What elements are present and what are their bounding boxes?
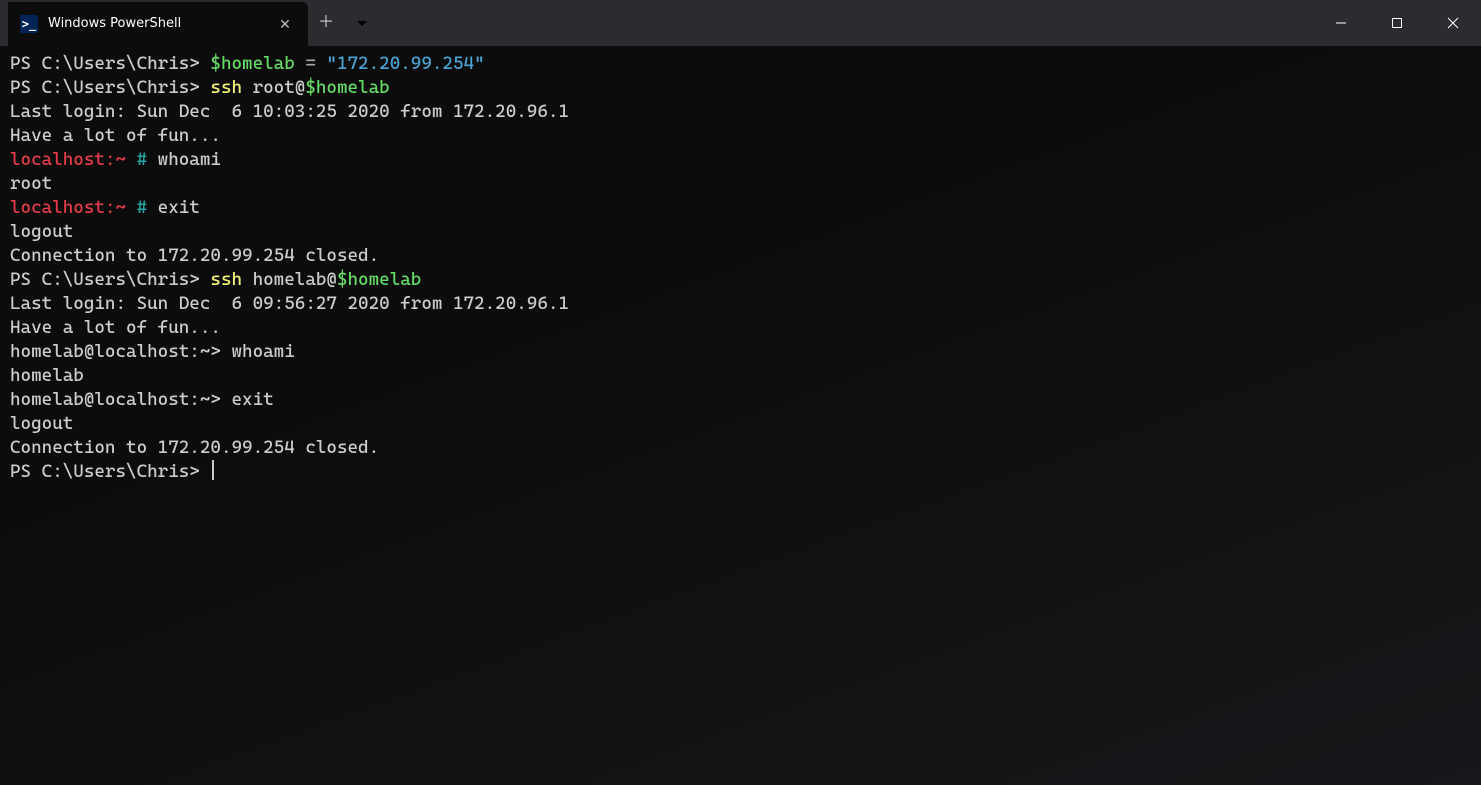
- remote-prompt-user: homelab@localhost:~>: [10, 389, 231, 410]
- command: whoami: [231, 341, 294, 362]
- terminal-line: root: [10, 172, 1471, 196]
- ps-prompt: PS C:\Users\Chris>: [10, 461, 210, 482]
- remote-prompt-user: homelab@localhost:~>: [10, 341, 231, 362]
- output-text: logout: [10, 221, 73, 242]
- terminal-line: PS C:\Users\Chris>: [10, 460, 1471, 484]
- new-tab-button[interactable]: ＋: [308, 0, 344, 46]
- output-text: Connection to 172.20.99.254 closed.: [10, 437, 379, 458]
- output-text: homelab: [10, 365, 84, 386]
- chevron-down-icon: [356, 17, 368, 29]
- window-maximize-button[interactable]: [1369, 0, 1425, 46]
- remote-prompt-hash: #: [137, 197, 158, 218]
- terminal-line: Connection to 172.20.99.254 closed.: [10, 244, 1471, 268]
- terminal-line: localhost:~ # exit: [10, 196, 1471, 220]
- ps-prompt: PS C:\Users\Chris>: [10, 269, 210, 290]
- window-close-button[interactable]: [1425, 0, 1481, 46]
- variable: $homelab: [305, 77, 389, 98]
- terminal-line: PS C:\Users\Chris> $homelab = "172.20.99…: [10, 52, 1471, 76]
- output-text: Last login: Sun Dec 6 10:03:25 2020 from…: [10, 101, 569, 122]
- terminal-line: logout: [10, 220, 1471, 244]
- tab-dropdown-button[interactable]: [344, 0, 380, 46]
- output-text: Have a lot of fun...: [10, 317, 221, 338]
- terminal-line: Last login: Sun Dec 6 10:03:25 2020 from…: [10, 100, 1471, 124]
- terminal-line: localhost:~ # whoami: [10, 148, 1471, 172]
- tab-actions: ＋: [308, 0, 380, 46]
- output-text: logout: [10, 413, 73, 434]
- cursor: [212, 460, 214, 480]
- output-text: Connection to 172.20.99.254 closed.: [10, 245, 379, 266]
- maximize-icon: [1391, 17, 1403, 29]
- command: whoami: [158, 149, 221, 170]
- remote-prompt-host: localhost:~: [10, 197, 137, 218]
- terminal-line: homelab@localhost:~> whoami: [10, 340, 1471, 364]
- terminal-line: PS C:\Users\Chris> ssh root@$homelab: [10, 76, 1471, 100]
- tab-close-button[interactable]: ✕: [274, 13, 296, 35]
- powershell-icon: >_: [20, 15, 38, 33]
- output-text: root: [10, 173, 52, 194]
- terminal[interactable]: PS C:\Users\Chris> $homelab = "172.20.99…: [0, 46, 1481, 785]
- close-icon: [1447, 17, 1459, 29]
- command: ssh: [210, 77, 242, 98]
- string-literal: "172.20.99.254": [326, 53, 484, 74]
- window-minimize-button[interactable]: [1313, 0, 1369, 46]
- tab-title: Windows PowerShell: [48, 12, 274, 36]
- variable: $homelab: [337, 269, 421, 290]
- command: exit: [231, 389, 273, 410]
- operator: =: [295, 53, 327, 74]
- terminal-line: homelab: [10, 364, 1471, 388]
- output-text: Have a lot of fun...: [10, 125, 221, 146]
- terminal-line: PS C:\Users\Chris> ssh homelab@$homelab: [10, 268, 1471, 292]
- remote-prompt-hash: #: [137, 149, 158, 170]
- titlebar: >_ Windows PowerShell ✕ ＋: [0, 0, 1481, 46]
- terminal-line: Connection to 172.20.99.254 closed.: [10, 436, 1471, 460]
- command: exit: [158, 197, 200, 218]
- ps-prompt: PS C:\Users\Chris>: [10, 77, 210, 98]
- terminal-line: homelab@localhost:~> exit: [10, 388, 1471, 412]
- arg: root@: [242, 77, 305, 98]
- window-controls: [1313, 0, 1481, 46]
- command: ssh: [210, 269, 242, 290]
- terminal-line: logout: [10, 412, 1471, 436]
- terminal-line: Have a lot of fun...: [10, 316, 1471, 340]
- remote-prompt-host: localhost:~: [10, 149, 137, 170]
- arg: homelab@: [242, 269, 337, 290]
- terminal-line: Last login: Sun Dec 6 09:56:27 2020 from…: [10, 292, 1471, 316]
- tab-powershell[interactable]: >_ Windows PowerShell ✕: [8, 2, 308, 46]
- output-text: Last login: Sun Dec 6 09:56:27 2020 from…: [10, 293, 569, 314]
- variable: $homelab: [210, 53, 294, 74]
- terminal-line: Have a lot of fun...: [10, 124, 1471, 148]
- ps-prompt: PS C:\Users\Chris>: [10, 53, 210, 74]
- minimize-icon: [1335, 17, 1347, 29]
